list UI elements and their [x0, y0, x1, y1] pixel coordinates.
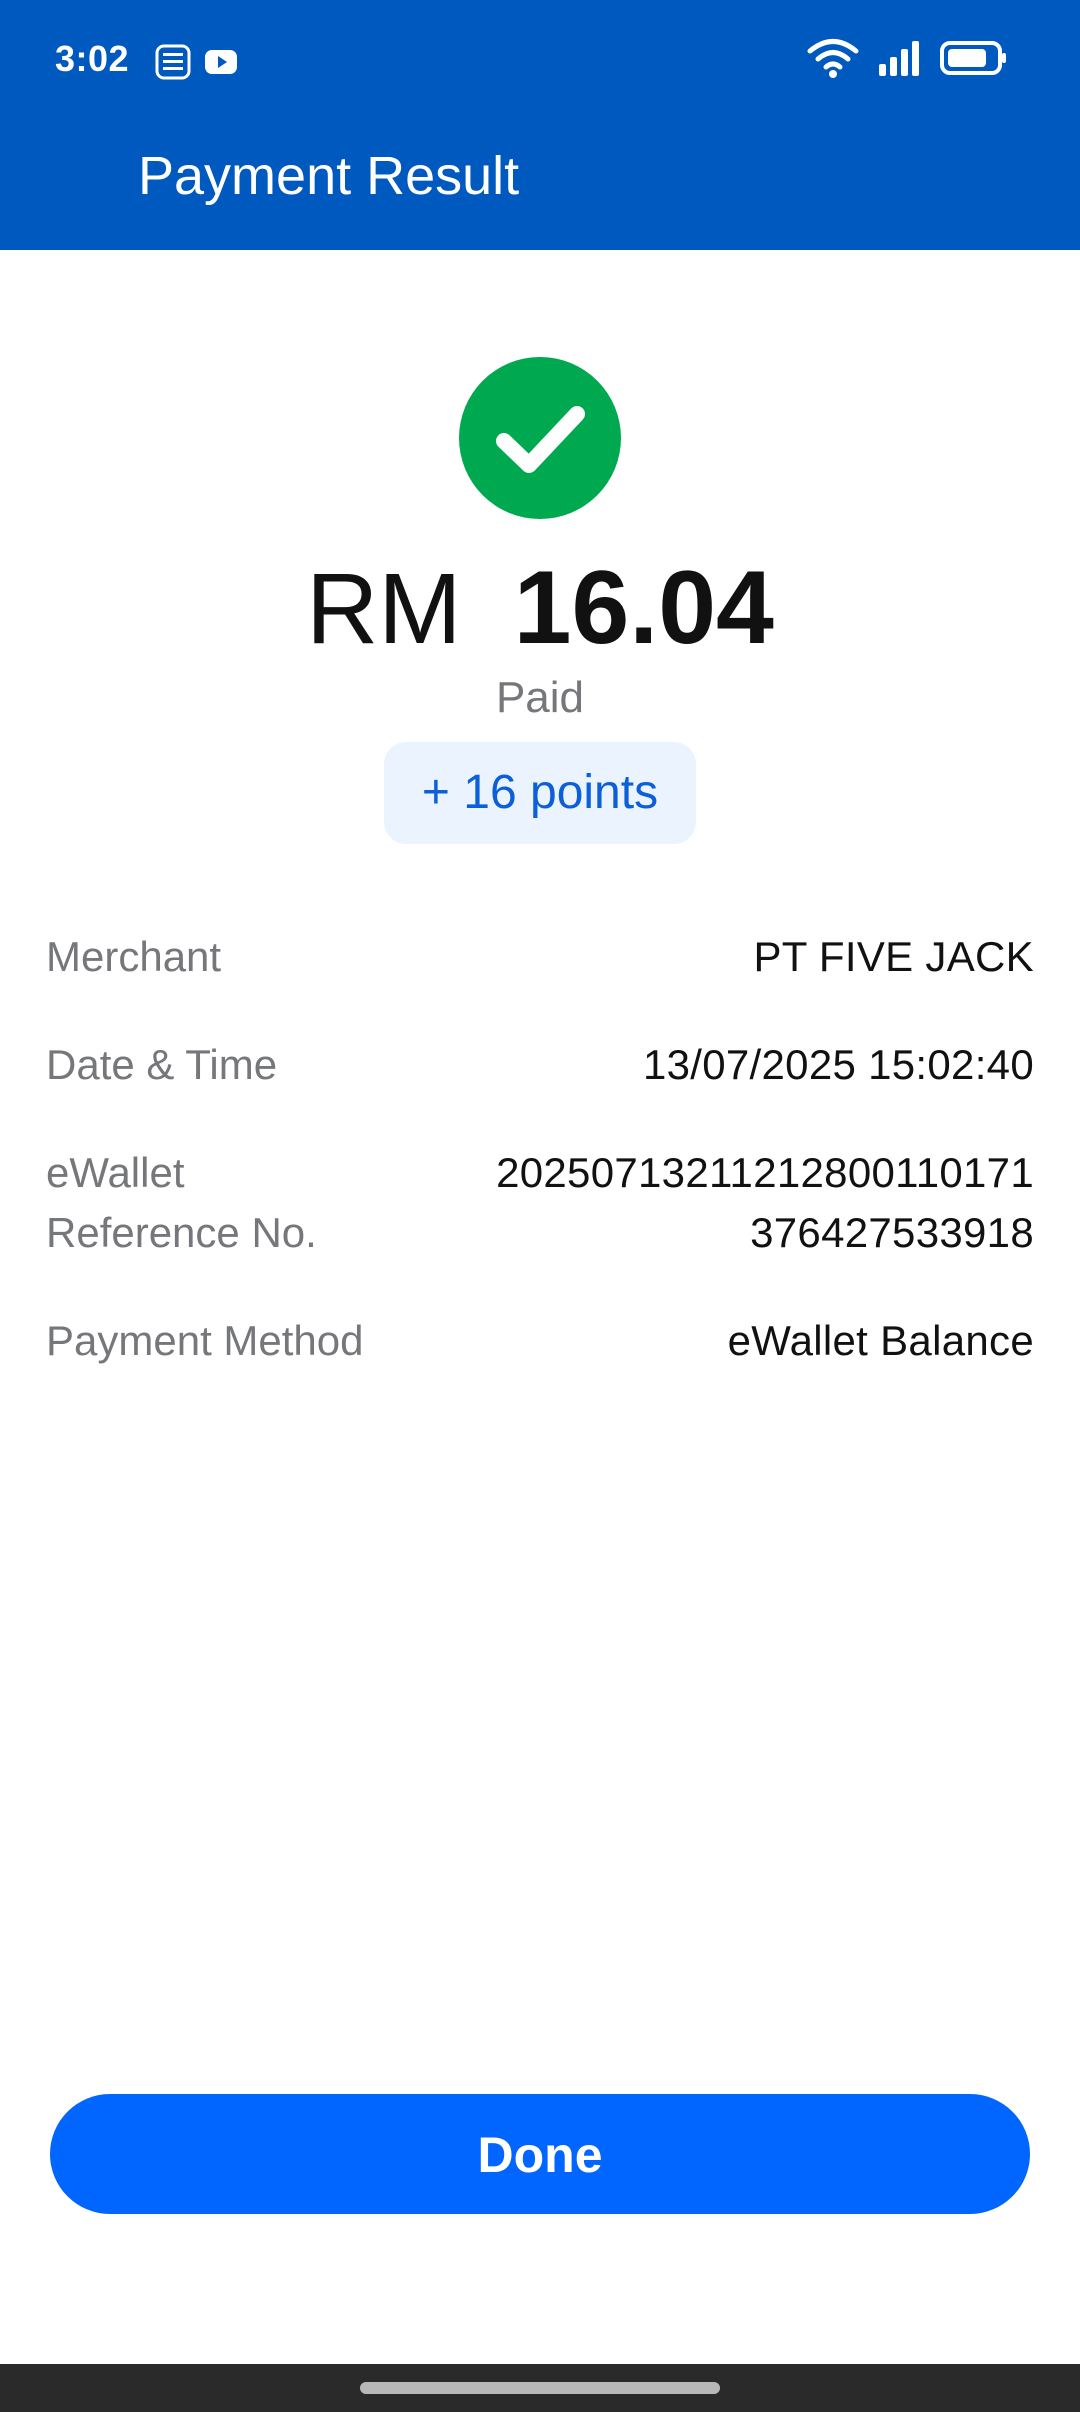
date-time-label: Date & Time	[46, 1041, 278, 1088]
touch-n-go-ewallet-icon	[155, 44, 191, 80]
detail-row-payment-method: Payment Method eWallet Balance	[46, 1311, 1034, 1371]
detail-value: 20250713211212800110171 376427533918	[496, 1143, 1034, 1263]
app-header: 3:02 Payment Result	[0, 0, 1080, 250]
status-icons	[806, 38, 1008, 83]
payment-method-value: eWallet Balance	[727, 1317, 1034, 1364]
payment-method-label: Payment Method	[46, 1317, 364, 1364]
navigation-bar	[0, 2364, 1080, 2412]
ewallet-label: eWallet	[46, 1149, 185, 1196]
currency-label: RM	[306, 553, 462, 665]
detail-label: Payment Method	[46, 1311, 364, 1371]
reference-number-part-2: 376427533918	[750, 1209, 1034, 1256]
detail-row-reference: eWallet Reference No. 202507132112128001…	[46, 1143, 1034, 1263]
detail-row-merchant: Merchant PT FIVE JACK	[46, 927, 1034, 987]
payment-status: Paid	[495, 673, 585, 722]
reference-number-part-1: 20250713211212800110171	[496, 1149, 1034, 1196]
amount-value: 16.04	[513, 550, 774, 666]
done-button[interactable]: Done	[50, 2094, 1030, 2214]
detail-value: PT FIVE JACK	[753, 927, 1034, 987]
home-indicator[interactable]	[360, 2382, 720, 2394]
wifi-icon	[806, 38, 860, 83]
battery-icon	[940, 38, 1008, 83]
success-check-icon	[459, 357, 621, 519]
date-time-value: 13/07/2025 15:02:40	[642, 1041, 1034, 1088]
detail-value: 13/07/2025 15:02:40	[643, 1035, 1034, 1095]
reference-number-label: Reference No.	[46, 1209, 317, 1256]
points-earned-badge: + 16 points	[384, 742, 696, 844]
signal-icon	[876, 38, 924, 83]
detail-label: Merchant	[46, 927, 221, 987]
detail-row-date-time: Date & Time 13/07/2025 15:02:40	[46, 1035, 1034, 1095]
status-bar: 3:02	[0, 0, 1080, 120]
merchant-label: Merchant	[46, 933, 222, 980]
detail-value: eWallet Balance	[728, 1311, 1034, 1371]
merchant-value: PT FIVE JACK	[753, 933, 1034, 980]
detail-label: eWallet Reference No.	[46, 1143, 317, 1263]
youtube-icon	[203, 44, 239, 80]
status-time: 3:02	[55, 38, 130, 79]
detail-label: Date & Time	[46, 1035, 277, 1095]
page-title: Payment Result	[138, 146, 520, 206]
